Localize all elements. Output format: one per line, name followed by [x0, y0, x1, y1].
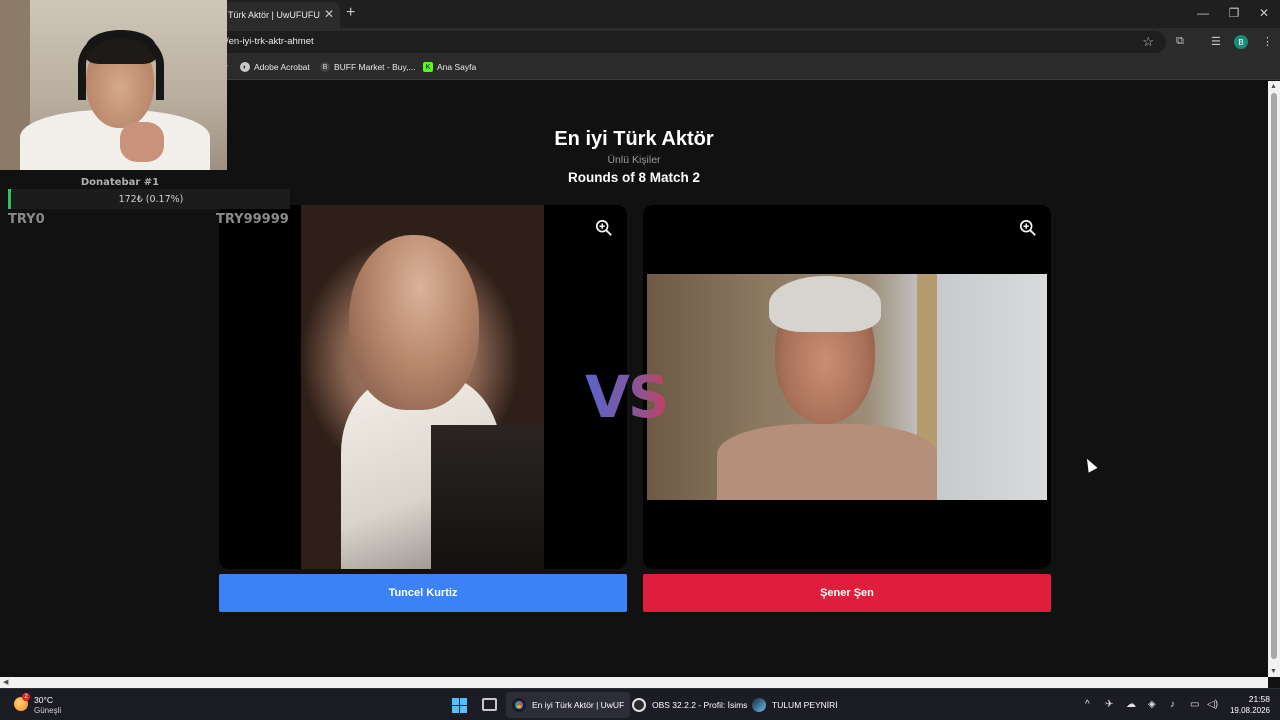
- browser-tab[interactable]: Türk Aktör | UwUFUFU ✕: [214, 2, 340, 28]
- horizontal-scrollbar[interactable]: ◀: [0, 677, 1268, 688]
- address-bar[interactable]: /en-iyi-trk-aktr-ahmet ☆: [210, 31, 1166, 53]
- vertical-scrollbar[interactable]: ▲ ▼: [1268, 81, 1280, 677]
- maximize-icon[interactable]: ❐: [1226, 6, 1242, 20]
- scroll-thumb[interactable]: [1271, 93, 1277, 659]
- tab-title: Türk Aktör | UwUFUFU: [228, 10, 320, 20]
- tray-chevron-up-icon[interactable]: ^: [1085, 699, 1090, 710]
- webcam-overlay: [0, 0, 227, 170]
- bookmark-label: Adobe Acrobat: [254, 62, 310, 72]
- taskbar-app-label: TULUM PEYNİRİ: [772, 700, 838, 710]
- right-candidate-card[interactable]: [643, 205, 1051, 569]
- extensions-icon[interactable]: ⧉: [1176, 35, 1184, 48]
- bookmark-label: Ana Sayfa: [437, 62, 477, 72]
- buff-icon: B: [320, 62, 330, 72]
- bookmark-star-icon[interactable]: ☆: [1142, 34, 1154, 50]
- windows-taskbar: 2 30°C Güneşli En iyi Türk Aktör | UwUF …: [0, 688, 1280, 720]
- kick-icon: K: [423, 62, 433, 72]
- close-window-icon[interactable]: ✕: [1256, 6, 1272, 20]
- menu-kebab-icon[interactable]: ⋮: [1262, 35, 1273, 48]
- bookmark-label: BUFF Market - Buy,...: [334, 62, 416, 72]
- weather-badge: 2: [22, 693, 30, 701]
- page-content: En iyi Türk Aktör Ünlü Kişiler Rounds of…: [0, 81, 1268, 677]
- clock-time[interactable]: 21:58: [1240, 694, 1270, 704]
- taskbar-app-obs[interactable]: OBS 32.2.2 - Profil: İsims: [626, 692, 753, 718]
- chrome-icon: [512, 698, 526, 712]
- choose-right-button[interactable]: Şener Şen: [643, 574, 1051, 612]
- volume-icon[interactable]: ◁): [1207, 699, 1218, 710]
- steam-icon: [752, 698, 766, 712]
- tray-app-icon[interactable]: ✈: [1105, 699, 1113, 710]
- left-candidate-card[interactable]: [219, 205, 627, 569]
- taskbar-app-label: OBS 32.2.2 - Profil: İsims: [652, 700, 748, 710]
- media-controls-icon[interactable]: ☰: [1211, 35, 1221, 48]
- donatebar-min: TRY0: [8, 212, 45, 227]
- scroll-left-icon[interactable]: ◀: [3, 678, 8, 686]
- url-text[interactable]: /en-iyi-trk-aktr-ahmet: [226, 36, 314, 47]
- left-candidate-photo[interactable]: [301, 205, 544, 569]
- donatebar-value: 172₺ (0.17%): [118, 194, 184, 205]
- acrobat-icon: ◐: [240, 62, 250, 72]
- profile-avatar[interactable]: B: [1234, 35, 1248, 49]
- tab-close-icon[interactable]: ✕: [324, 7, 334, 21]
- task-view-icon[interactable]: [482, 698, 497, 711]
- scroll-down-icon[interactable]: ▼: [1270, 668, 1277, 675]
- taskbar-app-chrome[interactable]: En iyi Türk Aktör | UwUF: [506, 692, 631, 718]
- mouse-cursor-icon: [1082, 456, 1098, 473]
- bookmark-adobe-acrobat[interactable]: ◐ Adobe Acrobat: [240, 62, 310, 72]
- tray-shield-icon[interactable]: ◈: [1148, 699, 1156, 710]
- new-tab-button[interactable]: +: [346, 4, 355, 22]
- bookmark-ana-sayfa[interactable]: K Ana Sayfa: [423, 62, 476, 72]
- zoom-in-icon[interactable]: [1019, 219, 1037, 237]
- obs-icon: [632, 698, 646, 712]
- clock-date[interactable]: 19.08.2026: [1226, 706, 1270, 715]
- taskbar-app-label: En iyi Türk Aktör | UwUF: [532, 700, 625, 710]
- minimize-icon[interactable]: —: [1195, 6, 1211, 20]
- right-candidate-photo[interactable]: [647, 274, 1047, 500]
- donatebar-progress: 172₺ (0.17%): [8, 189, 290, 209]
- network-icon[interactable]: ▭: [1190, 699, 1199, 710]
- headset-icon: [78, 30, 164, 100]
- windows-start-icon[interactable]: [452, 698, 467, 713]
- vs-label: VS: [585, 363, 670, 431]
- microphone-icon[interactable]: ♪: [1170, 699, 1175, 710]
- tray-cloud-icon[interactable]: ☁: [1126, 699, 1136, 710]
- donatebar-title: Donatebar #1: [80, 177, 160, 188]
- zoom-in-icon[interactable]: [595, 219, 613, 237]
- weather-temp[interactable]: 30°C: [34, 695, 53, 705]
- scroll-up-icon[interactable]: ▲: [1270, 83, 1277, 90]
- donatebar-max: TRY99999: [216, 212, 289, 227]
- bookmark-buff-market[interactable]: B BUFF Market - Buy,...: [320, 62, 416, 72]
- choose-left-button[interactable]: Tuncel Kurtiz: [219, 574, 627, 612]
- weather-desc[interactable]: Güneşli: [34, 706, 61, 715]
- taskbar-app-steam[interactable]: TULUM PEYNİRİ: [746, 692, 844, 718]
